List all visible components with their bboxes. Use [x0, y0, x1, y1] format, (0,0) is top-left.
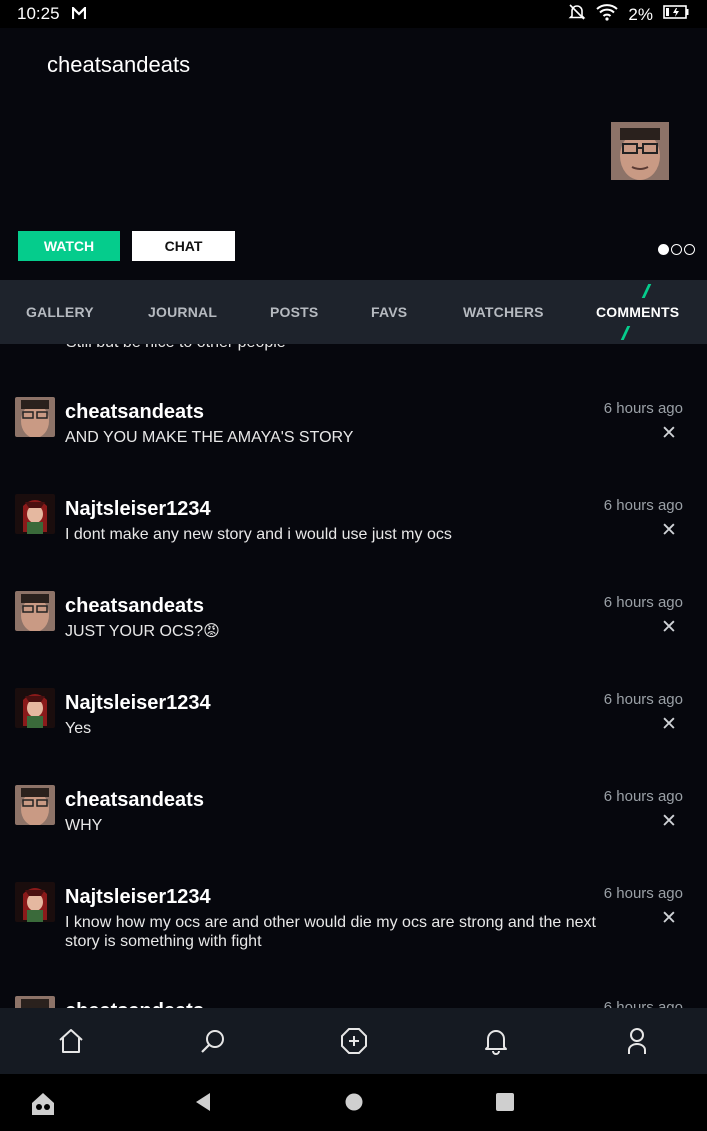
status-time: 10:25 — [17, 4, 60, 23]
comment-text-cut-off: Still but be nice to other people — [66, 344, 286, 352]
comment-item: cheatsandeats AND YOU MAKE THE AMAYA'S S… — [0, 397, 707, 494]
recents-icon[interactable] — [494, 1091, 516, 1118]
comment-text: I know how my ocs are and other would di… — [65, 914, 596, 950]
status-icons: 2% — [568, 3, 689, 26]
comments-list[interactable]: Still but be nice to other people cheats… — [0, 344, 707, 1008]
comment-timestamp: 6 hours ago — [603, 400, 683, 417]
comment-username[interactable]: Najtsleiser1234 — [65, 692, 211, 715]
comment-item: cheatsandeats WHY 6 hours ago ✕ — [0, 785, 707, 882]
close-icon[interactable]: ✕ — [661, 907, 677, 930]
close-icon[interactable]: ✕ — [661, 616, 677, 639]
active-tab-indicator-bottom — [620, 326, 631, 340]
battery-percent: 2% — [628, 4, 653, 24]
tab-posts[interactable]: POSTS — [270, 304, 318, 320]
comment-username[interactable]: Najtsleiser1234 — [65, 886, 211, 909]
comment-timestamp: 6 hours ago — [603, 999, 683, 1008]
tab-watchers[interactable]: WATCHERS — [463, 304, 544, 320]
comment-username[interactable]: cheatsandeats — [65, 789, 204, 812]
comment-timestamp: 6 hours ago — [603, 594, 683, 611]
close-icon[interactable]: ✕ — [661, 713, 677, 736]
search-icon[interactable] — [199, 1027, 227, 1060]
comment-username[interactable]: cheatsandeats — [65, 1000, 204, 1008]
header-page-indicator — [658, 244, 695, 255]
profile-icon[interactable] — [623, 1027, 651, 1060]
close-icon[interactable]: ✕ — [661, 519, 677, 542]
comment-timestamp: 6 hours ago — [603, 691, 683, 708]
comment-item: cheatsandeats JUST YOUR OCS?😡 6 hours ag… — [0, 591, 707, 688]
dnd-bell-off-icon — [568, 3, 586, 26]
close-icon[interactable]: ✕ — [661, 810, 677, 833]
comment-username[interactable]: cheatsandeats — [65, 401, 204, 424]
comment-text: I dont make any new story and i would us… — [65, 526, 452, 543]
comment-text: Yes — [65, 720, 92, 737]
app-notification-icon — [71, 5, 87, 25]
tab-favs[interactable]: FAVS — [371, 304, 407, 320]
user-avatar[interactable] — [15, 591, 55, 631]
comment-text: AND YOU MAKE THE AMAYA'S STORY — [65, 429, 354, 446]
tab-comments[interactable]: COMMENTS — [596, 304, 679, 320]
create-icon[interactable] — [340, 1027, 368, 1060]
status-bar: 10:25 2% — [0, 0, 707, 28]
user-avatar[interactable] — [15, 785, 55, 825]
comment-timestamp: 6 hours ago — [603, 497, 683, 514]
page-dot-active — [658, 244, 669, 255]
comment-username[interactable]: cheatsandeats — [65, 595, 204, 618]
comment-item: Najtsleiser1234 I know how my ocs are an… — [0, 882, 707, 979]
profile-avatar[interactable] — [611, 122, 669, 180]
back-icon[interactable] — [192, 1091, 214, 1118]
home-circle-icon[interactable] — [343, 1091, 365, 1118]
comment-text: JUST YOUR OCS?😡 — [65, 623, 220, 640]
user-avatar[interactable] — [15, 494, 55, 534]
close-icon[interactable]: ✕ — [661, 422, 677, 445]
page-dot — [684, 244, 695, 255]
tab-journal[interactable]: JOURNAL — [148, 304, 217, 320]
comment-text: WHY — [65, 817, 103, 834]
comment-timestamp: 6 hours ago — [603, 885, 683, 902]
profile-tab-bar: GALLERY JOURNAL POSTS FAVS WATCHERS COMM… — [0, 280, 707, 344]
comment-item: Najtsleiser1234 Yes 6 hours ago ✕ — [0, 688, 707, 785]
active-tab-indicator-top — [641, 284, 652, 298]
profile-header: cheatsandeats WATCH CHAT — [0, 28, 707, 280]
user-avatar[interactable] — [15, 397, 55, 437]
page-dot — [671, 244, 682, 255]
wifi-icon — [596, 3, 619, 26]
notifications-icon[interactable] — [482, 1027, 510, 1060]
comment-item: cheatsandeats 6 hours ago — [0, 996, 707, 1008]
comment-username[interactable]: Najtsleiser1234 — [65, 498, 211, 521]
tab-gallery[interactable]: GALLERY — [26, 304, 94, 320]
comment-timestamp: 6 hours ago — [603, 788, 683, 805]
comment-item: Najtsleiser1234 I dont make any new stor… — [0, 494, 707, 591]
user-avatar[interactable] — [15, 882, 55, 922]
home-icon[interactable] — [57, 1027, 85, 1060]
battery-charging-icon — [663, 5, 689, 24]
profile-username: cheatsandeats — [47, 52, 191, 77]
chat-button[interactable]: CHAT — [132, 231, 235, 261]
app-icon[interactable] — [30, 1091, 56, 1122]
system-navigation-bar — [0, 1074, 707, 1131]
bottom-navigation — [0, 1008, 707, 1074]
user-avatar[interactable] — [15, 688, 55, 728]
watch-button[interactable]: WATCH — [18, 231, 120, 261]
user-avatar[interactable] — [15, 996, 55, 1008]
